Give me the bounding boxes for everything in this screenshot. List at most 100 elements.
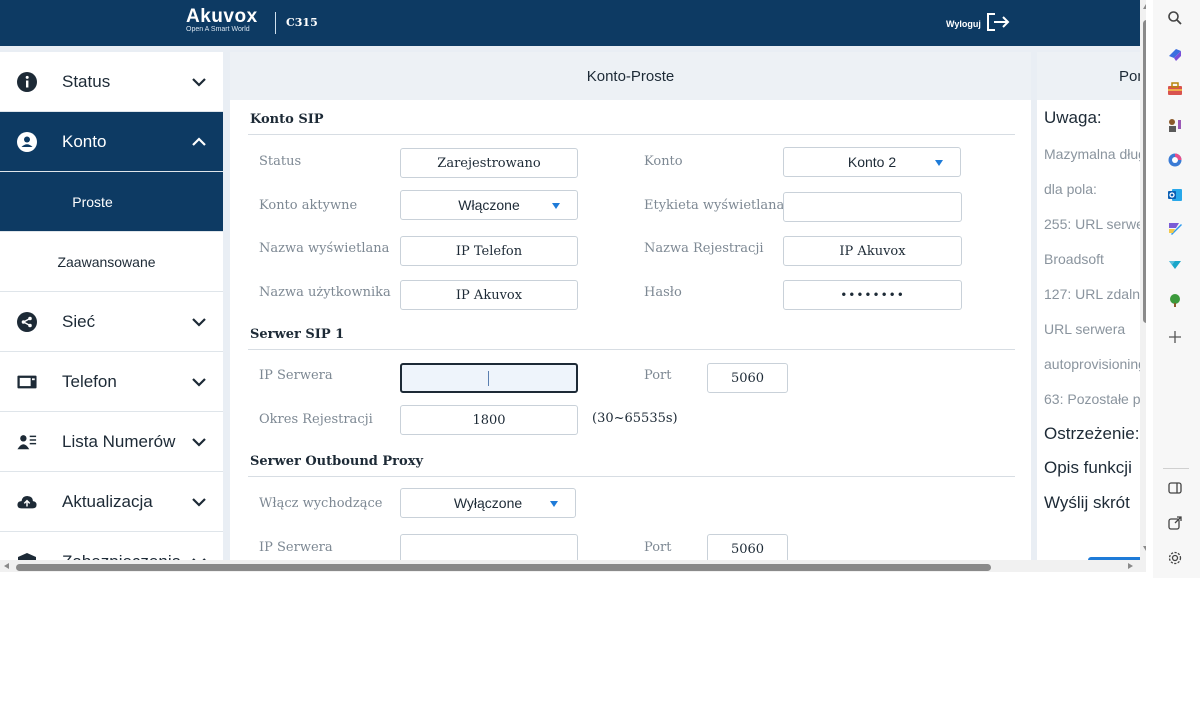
chevron-up-icon (191, 134, 207, 150)
sidebar-item-lista-numerow[interactable]: Lista Numerów (0, 412, 223, 472)
sidebar-item-aktualizacja[interactable]: Aktualizacja (0, 472, 223, 532)
contacts-icon (17, 432, 37, 452)
help-text: 255: URL serwera (1044, 216, 1146, 232)
reg-period-range-hint: (30~65535s) (592, 411, 678, 426)
top-header: Akuvox Open A Smart World C315 Wyloguj (0, 0, 1146, 46)
horizontal-scroll-thumb[interactable] (16, 564, 991, 571)
drop-icon[interactable] (1165, 255, 1185, 275)
server-ip-input[interactable] (400, 363, 578, 393)
page-title: Konto-Proste (230, 52, 1031, 100)
phone-screen-icon (17, 372, 37, 392)
display-name-input[interactable]: IP Telefon (400, 236, 578, 266)
password-label: Hasło (644, 285, 682, 300)
split-view-icon[interactable] (1165, 478, 1185, 498)
scroll-down-arrow-icon[interactable] (1143, 546, 1146, 551)
username-label: Nazwa użytkownika (259, 285, 391, 300)
games-icon[interactable] (1165, 115, 1185, 135)
username-input[interactable]: IP Akuvox (400, 280, 578, 310)
account-active-value: Włączone (458, 197, 520, 213)
display-name-label: Nazwa wyświetlana (259, 241, 390, 256)
external-link-icon[interactable] (1165, 513, 1185, 533)
network-icon (17, 311, 37, 332)
section-divider (248, 134, 1015, 135)
reg-period-label: Okres Rejestracji (259, 412, 373, 427)
outbound-enable-select[interactable]: Wyłączone (400, 488, 576, 518)
user-icon (17, 131, 37, 152)
m365-icon[interactable] (1165, 150, 1185, 170)
sidebar-subitem-label: Proste (72, 193, 113, 210)
logout-button[interactable]: Wyloguj (946, 12, 1011, 36)
account-label: Konto (644, 154, 683, 169)
logo-tagline: Open A Smart World (186, 26, 250, 33)
dropdown-arrow-icon (550, 501, 558, 507)
outbound-server-ip-label: IP Serwera (259, 540, 333, 555)
scroll-up-arrow-icon[interactable] (1143, 4, 1146, 9)
scroll-left-arrow-icon[interactable] (4, 563, 9, 569)
help-text: 127: URL zdalnego (1044, 286, 1146, 302)
account-select-value: Konto 2 (847, 154, 897, 170)
section-divider (248, 476, 1015, 477)
sidebar-nav: Status Konto Proste Zaawansowane Sieć Te… (0, 52, 223, 572)
account-active-select[interactable]: Włączone (400, 190, 578, 220)
help-send-shortcut: Wyślij skrót (1044, 493, 1130, 512)
sidebar-item-status[interactable]: Status (0, 52, 223, 112)
reg-period-input[interactable]: 1800 (400, 405, 578, 435)
help-title: Pomoc (1037, 52, 1146, 100)
section-title-sip-server: Serwer SIP 1 (250, 327, 345, 342)
sidebar-subitem-proste[interactable]: Proste (0, 172, 223, 232)
section-title-outbound-proxy: Serwer Outbound Proxy (250, 454, 424, 469)
dropdown-arrow-icon (935, 160, 943, 166)
sidebar-item-siec[interactable]: Sieć (0, 292, 223, 352)
password-dots: •••••••• (840, 288, 905, 302)
designer-icon[interactable] (1165, 218, 1185, 238)
logo-divider (275, 12, 276, 34)
browser-viewport: Akuvox Open A Smart World C315 Wyloguj S… (0, 0, 1146, 572)
vertical-scroll-thumb[interactable] (1143, 20, 1146, 323)
sidebar-item-label: Telefon (62, 371, 117, 391)
help-text: Mazymalna długość (1044, 146, 1146, 162)
outbound-port-label: Port (644, 540, 672, 555)
toolbar-divider (1163, 468, 1189, 469)
scroll-right-arrow-icon[interactable] (1128, 563, 1133, 569)
help-text: Broadsoft (1044, 251, 1104, 267)
sidebar-item-label: Sieć (62, 311, 96, 331)
vertical-scrollbar[interactable] (1140, 0, 1146, 572)
akuvox-logo: Akuvox Open A Smart World (186, 7, 258, 34)
chevron-down-icon (191, 434, 207, 450)
copilot-icon[interactable] (1165, 45, 1185, 65)
text-cursor (488, 370, 489, 386)
section-title-sip-account: Konto SIP (250, 112, 324, 127)
tree-icon[interactable] (1165, 290, 1185, 310)
display-label-input[interactable] (783, 192, 962, 222)
shopping-icon[interactable] (1165, 79, 1185, 99)
sidebar-item-label: Konto (62, 131, 107, 151)
add-icon[interactable] (1165, 327, 1185, 347)
horizontal-scrollbar[interactable] (0, 560, 1140, 572)
port-label: Port (644, 368, 672, 383)
outlook-icon[interactable] (1165, 185, 1185, 205)
sidebar-item-konto[interactable]: Konto (0, 112, 223, 172)
chevron-down-icon (191, 314, 207, 330)
empty-area (0, 578, 1200, 702)
sidebar-subitem-zaawansowane[interactable]: Zaawansowane (0, 232, 223, 292)
search-icon[interactable] (1165, 8, 1185, 28)
dropdown-arrow-icon (552, 203, 560, 209)
help-text: URL serwera (1044, 321, 1126, 337)
help-note-heading: Uwaga: (1044, 108, 1102, 127)
account-active-label: Konto aktywne (259, 198, 358, 213)
main-panel: Konto-Proste Konto SIP Status Zarejestro… (230, 52, 1031, 572)
port-input[interactable]: 5060 (707, 363, 788, 393)
chevron-down-icon (191, 374, 207, 390)
sidebar-item-telefon[interactable]: Telefon (0, 352, 223, 412)
help-text: autoprovisioning (1044, 356, 1146, 372)
account-select[interactable]: Konto 2 (783, 147, 961, 177)
help-panel: Pomoc Uwaga: Mazymalna długość dla pola:… (1037, 52, 1146, 572)
settings-icon[interactable] (1165, 548, 1185, 568)
logout-label: Wyloguj (946, 19, 981, 29)
chevron-down-icon (191, 494, 207, 510)
sidebar-item-label: Aktualizacja (62, 491, 153, 511)
register-name-input[interactable]: IP Akuvox (783, 236, 962, 266)
password-input[interactable]: •••••••• (783, 280, 962, 310)
outbound-enable-label: Włącz wychodzące (259, 496, 383, 511)
sidebar-subitem-label: Zaawansowane (57, 253, 156, 270)
